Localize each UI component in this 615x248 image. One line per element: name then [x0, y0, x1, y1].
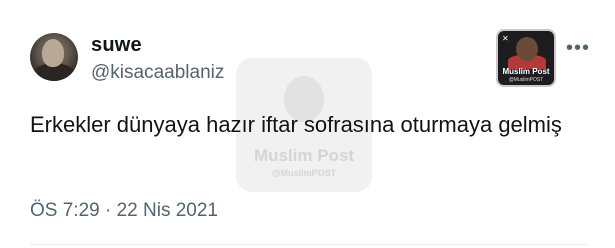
more-options-icon[interactable]: •••	[566, 38, 590, 58]
badge-name: Muslim Post	[502, 67, 550, 76]
badge-portrait-head	[516, 37, 538, 61]
author-display-name[interactable]: suwe	[91, 34, 142, 57]
avatar-face-shape	[42, 39, 64, 67]
tweet-timestamp[interactable]: ÖS 7:29 · 22 Nis 2021	[30, 200, 218, 222]
tweet-text: Erkekler dünyaya hazır iftar sofrasına o…	[30, 112, 562, 137]
avatar[interactable]	[30, 33, 78, 81]
author-handle[interactable]: @kisacaablaniz	[91, 62, 224, 84]
overlay-badge-logo: ✕ Muslim Post @MuslimPOST	[496, 29, 556, 87]
watermark-handle: @MuslimPOST	[271, 168, 337, 178]
divider	[30, 244, 587, 245]
x-logo-icon: ✕	[502, 34, 509, 43]
watermark-name: Muslim Post	[253, 146, 355, 165]
badge-handle: @MuslimPOST	[508, 77, 544, 83]
